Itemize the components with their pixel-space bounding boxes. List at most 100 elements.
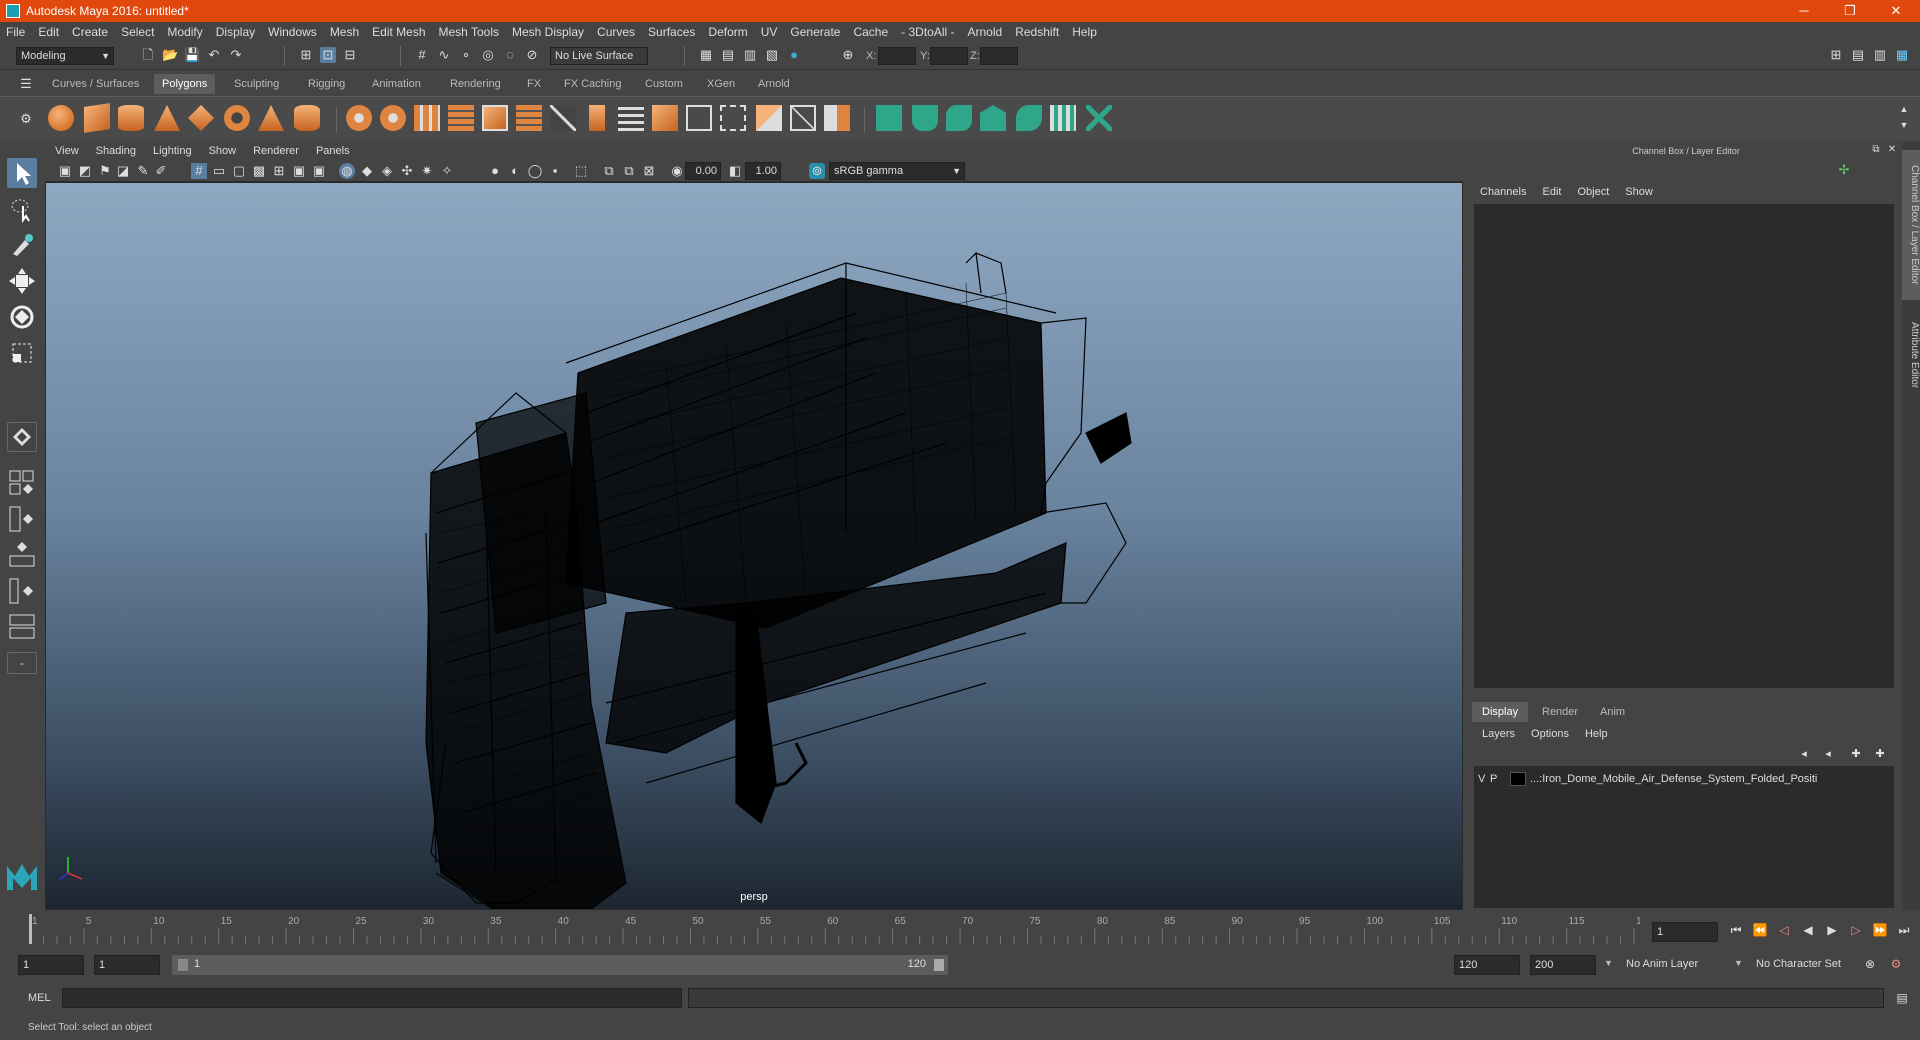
- move-layer-up-icon[interactable]: ◂: [1796, 746, 1812, 762]
- attribute-editor-icon[interactable]: ▤: [1850, 47, 1866, 63]
- quadrangulate-icon[interactable]: [790, 105, 816, 131]
- safe-title-icon[interactable]: ▣: [311, 163, 327, 179]
- rotate-tool-icon[interactable]: [7, 302, 37, 332]
- play-forward-icon[interactable]: ▶: [1824, 922, 1840, 938]
- viewport-persp[interactable]: persp: [45, 182, 1463, 910]
- cylindrical-map-icon[interactable]: [946, 105, 972, 131]
- select-camera-icon[interactable]: ▣: [57, 163, 73, 179]
- layer-menu-help[interactable]: Help: [1585, 728, 1608, 740]
- current-time-marker[interactable]: [29, 914, 32, 944]
- transform-input-icon[interactable]: ⊕: [840, 47, 856, 63]
- shelf-tab-custom[interactable]: Custom: [637, 74, 691, 94]
- unfold-icon[interactable]: [1016, 105, 1042, 131]
- bevel-icon[interactable]: [652, 105, 678, 131]
- shelf-scroll-up-icon[interactable]: ▲: [1896, 101, 1912, 117]
- motion-blur-icon[interactable]: ◐: [507, 163, 523, 179]
- side-tab-channel-box[interactable]: Channel Box / Layer Editor: [1902, 150, 1920, 300]
- gamma-icon[interactable]: ◧: [727, 163, 743, 179]
- auto-key-icon[interactable]: ⊗: [1862, 956, 1878, 972]
- menu-create[interactable]: Create: [72, 25, 108, 39]
- menu-deform[interactable]: Deform: [708, 25, 747, 39]
- move-layer-down-icon[interactable]: ◂: [1820, 746, 1836, 762]
- channel-menu-object[interactable]: Object: [1577, 186, 1609, 198]
- poly-pyramid-icon[interactable]: [258, 105, 284, 131]
- depth-of-field-icon[interactable]: ▪: [547, 163, 563, 179]
- viewport-menu-view[interactable]: View: [55, 145, 79, 157]
- menu-3dtoall[interactable]: - 3DtoAll -: [901, 25, 954, 39]
- shelf-tab-rigging[interactable]: Rigging: [300, 74, 353, 94]
- snap-surface-icon[interactable]: ◌: [502, 47, 518, 63]
- 2d-pan-zoom-icon[interactable]: ✐: [153, 163, 169, 179]
- side-tab-attribute-editor[interactable]: Attribute Editor: [1902, 310, 1920, 400]
- layout-uv-icon[interactable]: [1050, 105, 1076, 131]
- xray-joints-icon[interactable]: ⧉: [621, 163, 637, 179]
- ipr-render-icon[interactable]: ▥: [742, 47, 758, 63]
- shelf-tab-rendering[interactable]: Rendering: [442, 74, 509, 94]
- menu-surfaces[interactable]: Surfaces: [648, 25, 695, 39]
- script-editor-icon[interactable]: ▤: [1894, 990, 1910, 1006]
- open-scene-icon[interactable]: 📂: [162, 47, 178, 63]
- screen-space-ao-icon[interactable]: ●: [487, 163, 503, 179]
- isolate-select-icon[interactable]: ⬚: [573, 163, 589, 179]
- uv-editor-icon[interactable]: [876, 105, 902, 131]
- live-surface-field[interactable]: No Live Surface: [550, 47, 648, 65]
- exposure-icon[interactable]: ◉: [669, 163, 685, 179]
- mel-input[interactable]: [62, 988, 682, 1008]
- playback-start-field[interactable]: 1: [94, 955, 160, 975]
- channel-menu-channels[interactable]: Channels: [1480, 186, 1526, 198]
- snap-grid-icon[interactable]: #: [414, 47, 430, 63]
- multi-cut-icon[interactable]: [550, 105, 576, 131]
- menu-mesh-display[interactable]: Mesh Display: [512, 25, 584, 39]
- fill-hole-icon[interactable]: [686, 105, 712, 131]
- tool-settings-icon[interactable]: ▥: [1872, 47, 1888, 63]
- shelf-tab-curves-surfaces[interactable]: Curves / Surfaces: [44, 74, 147, 94]
- color-management-icon[interactable]: ⊚: [809, 163, 825, 179]
- playback-end-field[interactable]: 120: [1454, 955, 1520, 975]
- layer-menu-options[interactable]: Options: [1531, 728, 1569, 740]
- menu-select[interactable]: Select: [121, 25, 154, 39]
- viewport-menu-show[interactable]: Show: [209, 145, 237, 157]
- menu-display[interactable]: Display: [216, 25, 255, 39]
- scale-tool-icon[interactable]: [7, 338, 37, 368]
- shelf-tab-animation[interactable]: Animation: [364, 74, 429, 94]
- mode-dropdown[interactable]: Modeling ▼: [16, 47, 114, 65]
- menu-help[interactable]: Help: [1072, 25, 1097, 39]
- bookmark-icon[interactable]: ⚑: [97, 163, 113, 179]
- channel-menu-show[interactable]: Show: [1625, 186, 1653, 198]
- new-layer-icon[interactable]: ✚: [1848, 746, 1864, 762]
- minimize-button[interactable]: ─: [1784, 0, 1824, 22]
- camera-attributes-icon[interactable]: ◩: [77, 163, 93, 179]
- layer-row[interactable]: V P ...:Iron_Dome_Mobile_Air_Defense_Sys…: [1478, 770, 1888, 788]
- character-set-dropdown[interactable]: No Character Set: [1752, 955, 1864, 975]
- end-time-field[interactable]: 200: [1530, 955, 1596, 975]
- poly-sphere-icon[interactable]: [48, 105, 74, 131]
- viewport-menu-renderer[interactable]: Renderer: [253, 145, 299, 157]
- poly-pipe-icon[interactable]: [294, 105, 320, 131]
- menu-uv[interactable]: UV: [761, 25, 778, 39]
- planar-map-icon[interactable]: [912, 105, 938, 131]
- close-button[interactable]: ✕: [1876, 0, 1916, 22]
- grease-pencil-icon[interactable]: ✎: [135, 163, 151, 179]
- step-back-key-icon[interactable]: ⏪: [1752, 922, 1768, 938]
- layer-tab-anim[interactable]: Anim: [1590, 702, 1635, 722]
- channel-box-area[interactable]: [1474, 204, 1894, 688]
- persp-graph-layout-icon[interactable]: [7, 540, 37, 570]
- safe-action-icon[interactable]: ▣: [291, 163, 307, 179]
- start-time-field[interactable]: 1: [18, 955, 84, 975]
- gamma-field[interactable]: 1.00: [745, 162, 781, 180]
- bridge-icon[interactable]: [516, 105, 542, 131]
- select-tool-icon[interactable]: [7, 158, 37, 188]
- auto-map-icon[interactable]: [980, 105, 1006, 131]
- current-frame-field[interactable]: 1: [1652, 922, 1718, 942]
- restore-button[interactable]: ❐: [1830, 0, 1870, 22]
- single-perspective-layout-icon[interactable]: [7, 422, 37, 452]
- layer-menu-layers[interactable]: Layers: [1482, 728, 1515, 740]
- gate-mask-icon[interactable]: ▩: [251, 163, 267, 179]
- range-start-handle[interactable]: [178, 959, 188, 971]
- colorspace-dropdown[interactable]: sRGB gamma ▼: [829, 162, 965, 180]
- field-chart-icon[interactable]: ⊞: [271, 163, 287, 179]
- viewport-menu-panels[interactable]: Panels: [316, 145, 350, 157]
- sew-uv-icon[interactable]: [1086, 105, 1112, 131]
- menu-modify[interactable]: Modify: [167, 25, 202, 39]
- shelf-tab-xgen[interactable]: XGen: [699, 74, 743, 94]
